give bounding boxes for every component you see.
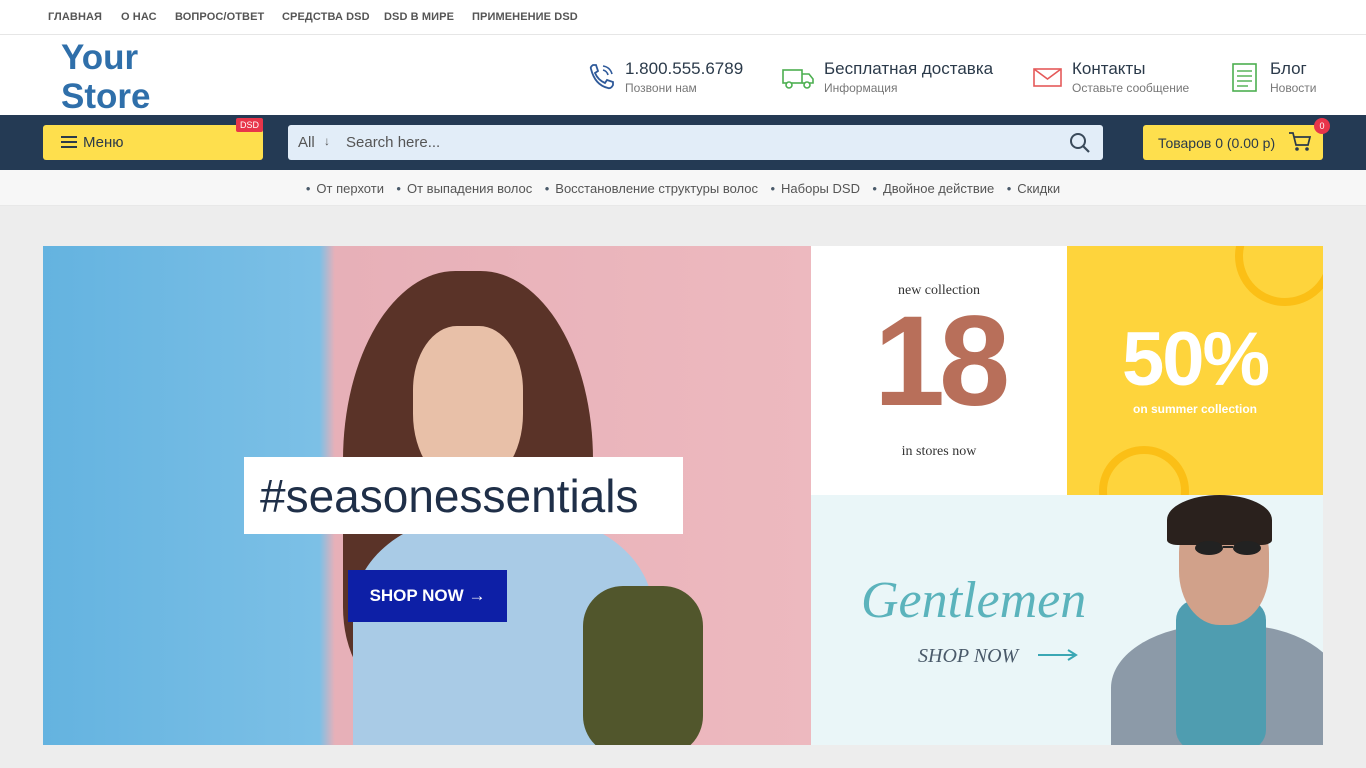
sale-banner[interactable]: 50% on summer collection: [1067, 246, 1323, 495]
chevron-down-icon[interactable]: ↓: [324, 134, 330, 148]
sun-icon: [1235, 246, 1323, 306]
hero-model-backpack: [583, 586, 703, 745]
blog-title: Блог: [1270, 59, 1307, 78]
store-logo[interactable]: Your Store: [61, 38, 150, 116]
search-input[interactable]: [346, 129, 1046, 156]
phone-number: 1.800.555.6789: [625, 59, 744, 78]
delivery-title: Бесплатная доставка: [824, 59, 994, 78]
contacts-caption: Оставьте сообщение: [1072, 81, 1190, 95]
category-link-hair-loss[interactable]: От выпадения волос: [396, 181, 532, 196]
sun-icon: [1099, 446, 1189, 495]
search-icon[interactable]: [1069, 132, 1091, 154]
mail-icon: [1033, 68, 1062, 87]
gentlemen-banner[interactable]: Gentlemen SHOP NOW: [811, 495, 1323, 745]
phone-icon: [589, 64, 614, 90]
cart-button[interactable]: Товаров 0 (0.00 р) 0: [1143, 118, 1330, 160]
truck-icon: [782, 69, 814, 89]
notepad-icon: [1232, 63, 1257, 92]
nav-link-faq[interactable]: ВОПРОС/ОТВЕТ: [175, 11, 264, 23]
arrow-right-icon: [1038, 649, 1078, 661]
hero-hashtag: #seasonessentials: [260, 470, 639, 522]
nav-link-home[interactable]: ГЛАВНАЯ: [48, 11, 102, 23]
category-link-discounts[interactable]: Скидки: [1007, 181, 1060, 196]
blog-caption: Новости: [1270, 81, 1317, 95]
collection-number: 18: [873, 290, 1010, 433]
site-header: Your Store 1.800.555.6789 Позвони нам Бе…: [0, 35, 1366, 116]
category-link-dandruff[interactable]: От перхоти: [306, 181, 384, 196]
phone-caption: Позвони нам: [625, 81, 697, 95]
hero-hashtag-box: #seasonessentials: [244, 457, 683, 534]
menu-badge: DSD: [235, 118, 263, 132]
search-category-select[interactable]: All: [298, 134, 315, 151]
gentleman-model-hair: [1167, 495, 1272, 545]
category-link-dsd-sets[interactable]: Наборы DSD: [770, 181, 860, 196]
gentlemen-shop-now-link[interactable]: SHOP NOW: [918, 645, 1018, 668]
nav-link-dsd-usage[interactable]: ПРИМЕНЕНИЕ DSD: [472, 11, 578, 23]
nav-link-dsd-world[interactable]: DSD В МИРЕ: [384, 11, 454, 23]
sale-percent: 50%: [1121, 317, 1270, 402]
arrow-right-icon: →: [468, 586, 486, 605]
sale-caption: on summer collection: [1132, 402, 1258, 416]
menu-label: Меню: [83, 134, 124, 151]
category-strip: От перхоти От выпадения волос Восстановл…: [0, 170, 1366, 206]
category-link-double-action[interactable]: Двойное действие: [872, 181, 994, 196]
cart-count-badge: 0: [1314, 118, 1330, 134]
category-link-hair-restore[interactable]: Восстановление структуры волос: [545, 181, 758, 196]
hamburger-icon: [61, 136, 77, 149]
hero-shop-now-label: SHOP NOW: [369, 586, 464, 605]
contacts-title: Контакты: [1072, 59, 1146, 78]
gentlemen-title: Gentlemen: [861, 572, 1087, 629]
collection-banner[interactable]: new collection 18 in stores now: [811, 246, 1067, 495]
collection-bottom-text: in stores now: [901, 444, 977, 459]
delivery-caption: Информация: [824, 81, 898, 95]
cart-label: Товаров 0 (0.00 р): [1158, 135, 1276, 151]
main-navbar: Меню DSD All ↓ Товаров 0 (0.00 р) 0: [0, 115, 1366, 170]
hero-shop-now-button[interactable]: SHOP NOW →: [348, 570, 507, 622]
cart-icon: [1289, 132, 1312, 151]
nav-link-about[interactable]: О НАС: [121, 11, 157, 23]
nav-link-dsd-products[interactable]: СРЕДСТВА DSD: [282, 11, 370, 23]
logo-line-2: Store: [61, 77, 151, 116]
logo-line-1: Your: [61, 38, 139, 77]
sunglasses-icon: [1195, 541, 1261, 555]
menu-button[interactable]: Меню DSD: [43, 118, 263, 160]
search-bar: All ↓: [288, 125, 1103, 160]
top-links-bar: ГЛАВНАЯ О НАС ВОПРОС/ОТВЕТ СРЕДСТВА DSD …: [0, 0, 1366, 35]
hero-banner[interactable]: #seasonessentials SHOP NOW →: [43, 246, 811, 745]
